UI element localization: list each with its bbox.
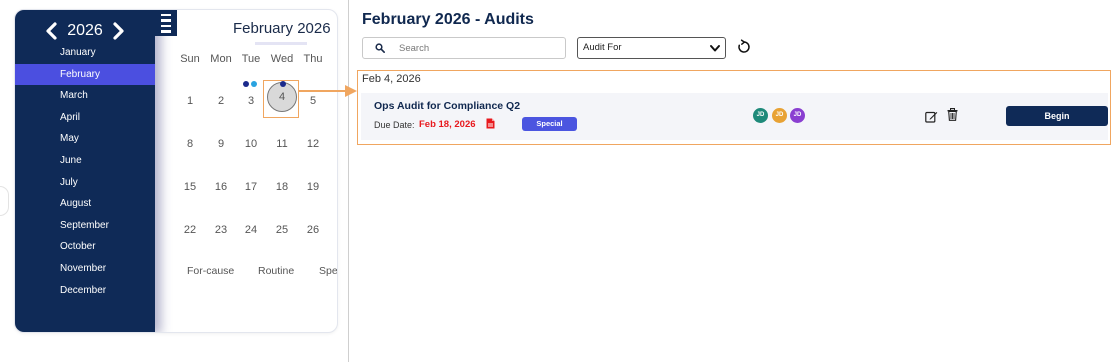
legend-routine: Routine [258, 265, 295, 277]
edit-icon[interactable] [925, 110, 938, 123]
trash-icon[interactable] [947, 108, 958, 121]
month-item-august[interactable]: August [15, 193, 155, 215]
pane-divider [348, 0, 349, 362]
month-item-may[interactable]: May [15, 128, 155, 150]
month-list: January February March April May June July Augu… [15, 42, 155, 301]
due-date-value: Feb 18, 2026 [419, 119, 476, 130]
month-item-december[interactable]: December [15, 280, 155, 302]
month-panel: 2026 January February March April May June Jul… [15, 10, 155, 332]
calendar-day[interactable]: 2 [206, 95, 236, 107]
weekday-header: Thu [303, 53, 323, 65]
chevron-right-icon[interactable] [109, 21, 127, 41]
search-input[interactable] [399, 41, 559, 56]
weekday-header: Wed [270, 53, 294, 65]
calendar-day[interactable]: 1 [175, 95, 205, 107]
begin-button[interactable]: Begin [1006, 106, 1108, 126]
calendar-day[interactable]: 12 [298, 138, 328, 150]
month-item-october[interactable]: October [15, 236, 155, 258]
calendar-day[interactable]: 10 [236, 138, 266, 150]
event-dot-routine [251, 81, 257, 87]
audit-for-value: Audit For [583, 42, 622, 53]
calendar-day[interactable]: 23 [206, 224, 236, 236]
month-item-june[interactable]: June [15, 150, 155, 172]
weekday-header: Tue [241, 53, 261, 65]
assignee-avatar[interactable]: JD [753, 108, 768, 123]
calendar-day[interactable]: 17 [236, 181, 266, 193]
month-item-april[interactable]: April [15, 107, 155, 129]
calendar-day[interactable]: 18 [267, 181, 297, 193]
calendar-day[interactable]: 16 [206, 181, 236, 193]
audit-type-badge: Special [522, 117, 577, 131]
calendar-day[interactable]: 8 [175, 138, 205, 150]
event-dot-for-cause [280, 81, 286, 87]
month-item-january[interactable]: January [15, 42, 155, 64]
app-root: 2026 January February March April May June Jul… [0, 0, 1111, 362]
pdf-icon[interactable] [486, 118, 495, 129]
legend-special: Spe [319, 265, 338, 277]
day-section: Feb 4, 2026 Ops Audit for Compliance Q2 … [357, 70, 1111, 145]
chevron-left-icon[interactable] [43, 21, 61, 41]
connector-line [299, 90, 347, 92]
year-selector: 2026 [15, 20, 155, 42]
calendar-day[interactable]: 19 [298, 181, 328, 193]
calendar-day[interactable]: 24 [236, 224, 266, 236]
month-item-september[interactable]: September [15, 215, 155, 237]
selected-day-label: 4 [278, 91, 286, 103]
month-item-november[interactable]: November [15, 258, 155, 280]
connector-arrow-icon [345, 85, 357, 97]
calendar-day[interactable]: 15 [175, 181, 205, 193]
due-date-label: Due Date: [374, 120, 415, 130]
assignee-avatar[interactable]: JD [790, 108, 805, 123]
audit-title: Ops Audit for Compliance Q2 [374, 100, 521, 112]
legend-for-cause: For-cause [187, 265, 235, 277]
weekday-header: Sun [180, 53, 200, 65]
calendar-day[interactable]: 11 [267, 138, 297, 150]
audit-for-select[interactable]: Audit For [577, 37, 726, 59]
chevron-down-icon [710, 45, 720, 52]
month-item-july[interactable]: July [15, 172, 155, 194]
event-dot-for-cause [243, 81, 249, 87]
refresh-icon[interactable] [736, 39, 752, 55]
weekday-header: Mon [210, 53, 232, 65]
title-underline [255, 42, 307, 45]
audit-card: Ops Audit for Compliance Q2 Due Date: Fe… [361, 93, 1108, 140]
collapse-tab[interactable] [0, 186, 9, 216]
calendar-day[interactable]: 3 [236, 95, 266, 107]
assignee-avatar[interactable]: JD [772, 108, 787, 123]
search-icon [375, 43, 385, 53]
calendar-card: 2026 January February March April May June Jul… [14, 9, 338, 333]
search-box[interactable] [362, 37, 566, 59]
section-date-label: Feb 4, 2026 [362, 73, 421, 85]
month-item-february[interactable]: February [15, 63, 155, 86]
calendar-day[interactable]: 5 [298, 95, 328, 107]
calendar-day[interactable]: 9 [206, 138, 236, 150]
calendar-day[interactable]: 26 [298, 224, 328, 236]
month-item-march[interactable]: March [15, 85, 155, 107]
year-label: 2026 [67, 22, 103, 39]
page-title: February 2026 - Audits [362, 11, 534, 28]
calendar-day[interactable]: 22 [175, 224, 205, 236]
hamburger-menu-icon[interactable] [155, 10, 177, 36]
calendar-day[interactable]: 25 [267, 224, 297, 236]
calendar-title: February 2026 [233, 20, 331, 37]
